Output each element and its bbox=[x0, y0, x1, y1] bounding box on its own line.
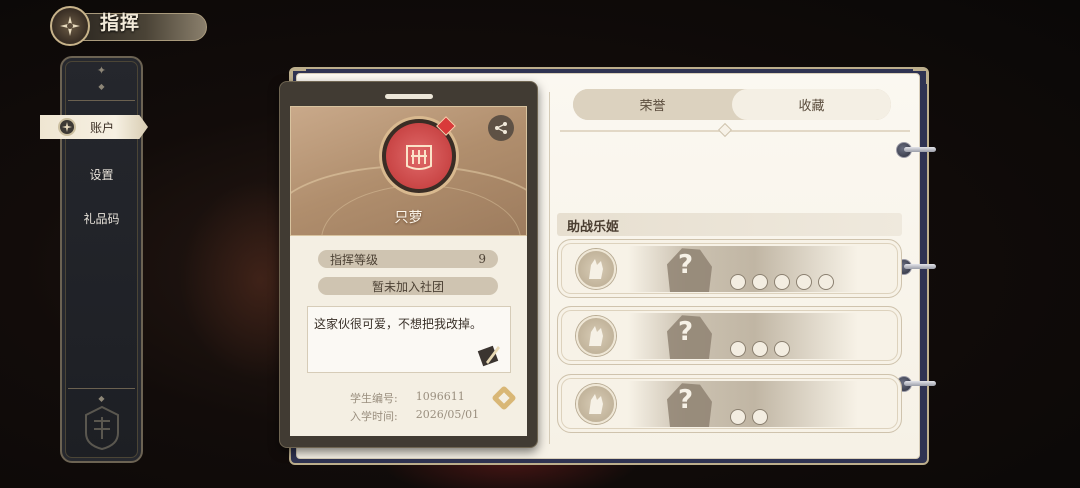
guild-status-text: 暂未加入社团 bbox=[371, 279, 444, 294]
enrollment-row: 入学时间: 2026/05/01 bbox=[350, 408, 510, 424]
role-icons bbox=[730, 341, 790, 357]
academy-crest-icon bbox=[84, 405, 119, 451]
crosshair-icon bbox=[774, 341, 790, 357]
profile-details: 指挥等级 9 暂未加入社团 这家伙很可爱，不想把我改掉。 学生编号: 10966… bbox=[290, 236, 527, 436]
sword-icon bbox=[752, 274, 768, 290]
level-label: 指挥等级 bbox=[330, 252, 379, 267]
sidebar-dot-icon: ◆ bbox=[98, 82, 105, 91]
binder-ring bbox=[896, 376, 938, 392]
crosshair-icon bbox=[796, 274, 812, 290]
commander-emblem-icon[interactable] bbox=[50, 6, 90, 46]
student-id-row: 学生编号: 1096611 bbox=[350, 390, 510, 406]
account-icon bbox=[58, 118, 76, 136]
binder-ring bbox=[896, 259, 938, 275]
student-id-value: 1096611 bbox=[415, 390, 465, 403]
student-id-label: 学生编号: bbox=[350, 392, 398, 405]
harp-icon bbox=[818, 274, 834, 290]
guild-status: 暂未加入社团 bbox=[318, 277, 498, 295]
commander-level: 指挥等级 9 bbox=[318, 250, 498, 268]
edit-quill-icon[interactable] bbox=[476, 342, 502, 368]
enrollment-value: 2026/05/01 bbox=[415, 408, 480, 421]
support-slot-1[interactable]: ? bbox=[557, 239, 902, 298]
motto-field[interactable]: 这家伙很可爱，不想把我改掉。 bbox=[307, 306, 511, 373]
tab-underline bbox=[560, 130, 910, 132]
slot-placeholder: ? bbox=[678, 317, 694, 347]
slot-placeholder: ? bbox=[678, 385, 694, 415]
sidebar-item-account-label: 账户 bbox=[90, 120, 115, 135]
slot-placeholder: ? bbox=[678, 250, 694, 280]
enrollment-label: 入学时间: bbox=[350, 410, 398, 423]
profile-banner: 只萝 bbox=[290, 106, 527, 236]
support-section-title: 助战乐姬 bbox=[557, 213, 902, 236]
support-slot-3[interactable]: ? bbox=[557, 374, 902, 433]
sidebar-dot-bottom-icon: ◆ bbox=[98, 394, 105, 403]
role-icons bbox=[730, 409, 768, 425]
sidebar-divider-bottom bbox=[68, 388, 135, 389]
sidebar-item-gift-code[interactable]: 礼品码 bbox=[62, 210, 141, 227]
sidebar-star-icon: ✦ bbox=[96, 64, 107, 77]
corner-ornament-icon bbox=[913, 69, 928, 84]
book-icon bbox=[774, 274, 790, 290]
shield-icon bbox=[730, 274, 746, 290]
sidebar-divider-top bbox=[68, 100, 135, 101]
shield-icon bbox=[730, 409, 746, 425]
player-name: 只萝 bbox=[394, 210, 423, 226]
motto-text: 这家伙很可爱，不想把我改掉。 bbox=[314, 317, 483, 331]
sword-icon bbox=[730, 341, 746, 357]
tab-honor[interactable]: 荣誉 bbox=[573, 89, 732, 120]
character-portrait bbox=[576, 316, 616, 356]
share-button[interactable] bbox=[488, 115, 514, 141]
share-icon bbox=[495, 122, 507, 134]
tab-bar: 荣誉 收藏 bbox=[573, 89, 891, 120]
character-portrait bbox=[576, 384, 616, 424]
page-title: 指挥 bbox=[100, 12, 141, 34]
page-divider bbox=[549, 92, 550, 444]
role-icons bbox=[730, 274, 834, 290]
tab-collection[interactable]: 收藏 bbox=[732, 89, 891, 120]
profile-card: 只萝 指挥等级 9 暂未加入社团 这家伙很可爱，不想把我改掉。 学生编号: 10… bbox=[279, 81, 538, 448]
binder-ring bbox=[896, 142, 938, 158]
character-portrait bbox=[576, 249, 616, 289]
card-handle bbox=[385, 94, 433, 99]
sidebar-item-account[interactable]: 账户 bbox=[40, 115, 148, 139]
copy-id-icon[interactable] bbox=[492, 386, 516, 410]
sidebar-item-settings[interactable]: 设置 bbox=[62, 166, 141, 183]
level-value: 9 bbox=[478, 252, 486, 266]
support-slot-2[interactable]: ? bbox=[557, 306, 902, 365]
book-icon bbox=[752, 341, 768, 357]
harp-icon bbox=[752, 409, 768, 425]
